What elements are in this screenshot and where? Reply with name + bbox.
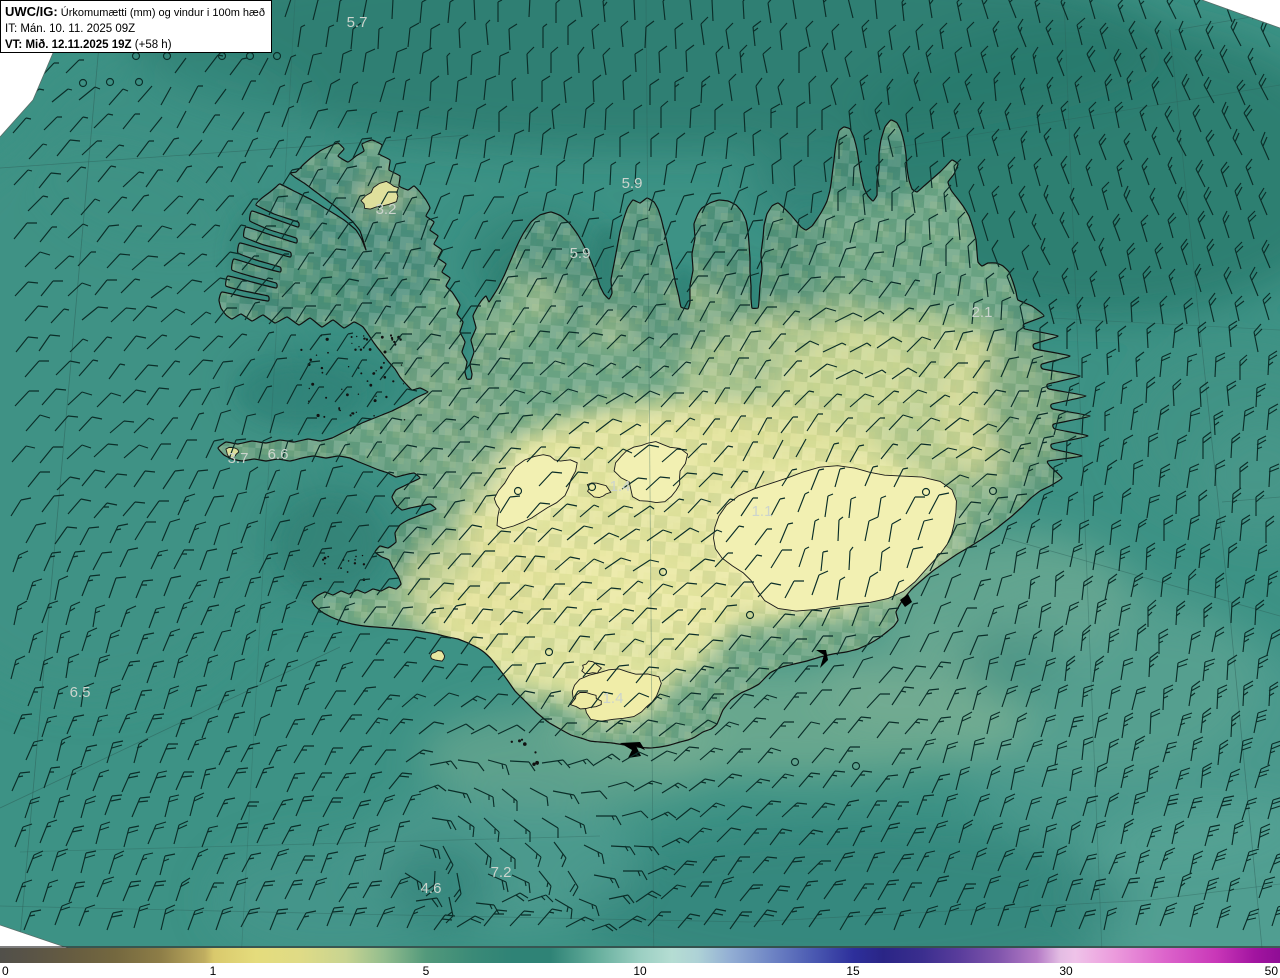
svg-text:7.2: 7.2 [491,864,512,881]
svg-text:50: 50 [1265,964,1279,978]
svg-text:5: 5 [423,964,430,978]
svg-text:1.4: 1.4 [603,690,624,707]
svg-text:3.7: 3.7 [228,450,249,467]
svg-text:6.5: 6.5 [70,684,91,701]
svg-text:UWC/IG: Úrkomumætti (mm) og vi: UWC/IG: Úrkomumætti (mm) og vindur i 100… [5,4,265,19]
svg-text:5.9: 5.9 [570,245,591,262]
svg-text:3.2: 3.2 [376,201,397,218]
svg-text:4.6: 4.6 [421,880,442,897]
svg-text:1.1: 1.1 [752,503,773,520]
svg-text:IT: Mán. 10. 11. 2025 09Z: IT: Mán. 10. 11. 2025 09Z [5,23,135,35]
svg-text:6.6: 6.6 [268,446,289,463]
svg-text:10: 10 [633,964,647,978]
svg-text:2.1: 2.1 [972,304,993,321]
svg-text:1.4: 1.4 [610,478,631,495]
svg-text:30: 30 [1059,964,1073,978]
svg-text:5.7: 5.7 [347,14,368,31]
svg-text:0: 0 [2,964,9,978]
svg-text:15: 15 [846,964,860,978]
svg-text:5.9: 5.9 [622,175,643,192]
svg-text:VT: Mið. 12.11.2025 19Z (+58 h: VT: Mið. 12.11.2025 19Z (+58 h) [5,39,172,51]
svg-text:1: 1 [210,964,217,978]
